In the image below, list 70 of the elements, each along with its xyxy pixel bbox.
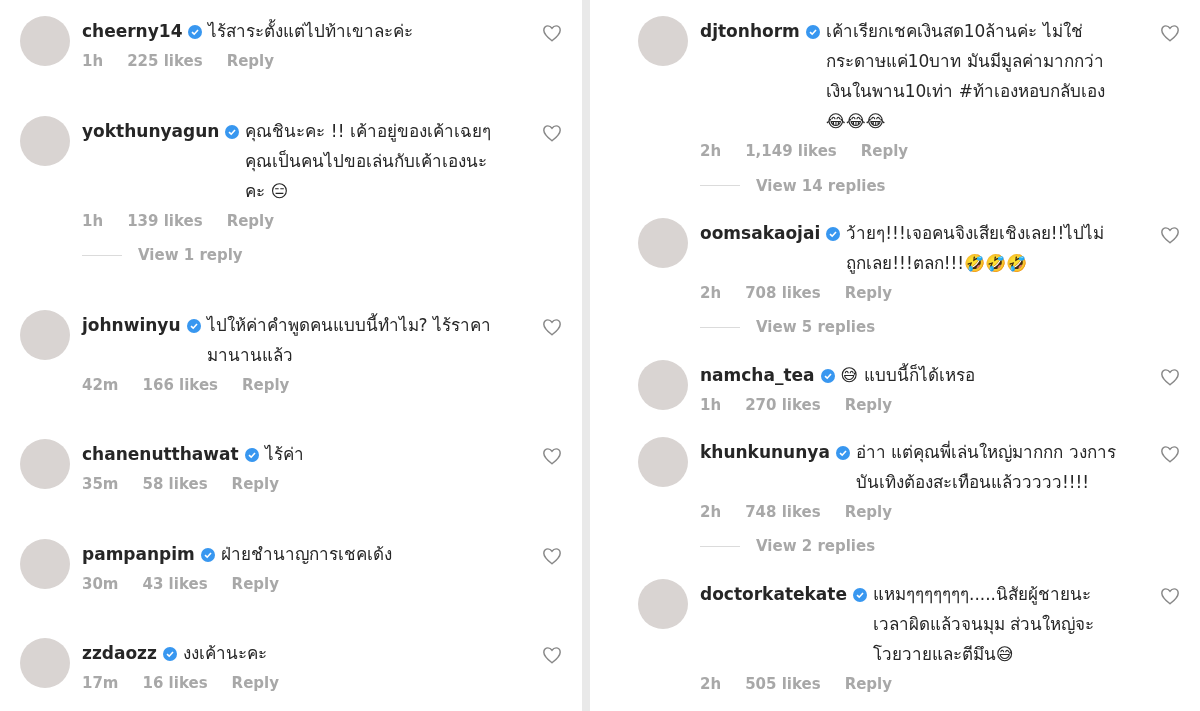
username[interactable]: doctorkatekate (700, 578, 847, 609)
comment-time: 17m (82, 673, 119, 695)
username[interactable]: oomsakaojai (700, 217, 821, 248)
like-count[interactable]: 505 likes (745, 672, 821, 695)
comment-text: ไปให้ค่าคำพูดคนแบบนี้ทำไม? ไร้ราคา มานานแล้ว (206, 312, 492, 367)
username[interactable]: djtonhorm (700, 16, 800, 46)
username[interactable]: chanenutthawat (82, 439, 239, 470)
comment-text: อ่าา แต่คุณพี่เล่นใหญ่มากกก วงการบันเทิงต้องสะเทือนแล้ววววว!!!! (855, 439, 1117, 494)
comment-time: 42m (82, 374, 119, 396)
username[interactable]: khunkununya (700, 436, 830, 467)
comment-time: 2h (700, 673, 722, 695)
reply-button[interactable]: Reply (231, 473, 279, 496)
comment-text: ฝ่ายชำนาญการเชคเด้ง (220, 542, 393, 566)
reply-button[interactable]: Reply (242, 373, 290, 397)
comment-time: 1h (700, 394, 722, 416)
reply-button[interactable]: Reply (226, 209, 274, 233)
username[interactable]: namcha_tea (700, 359, 815, 390)
like-count[interactable]: 166 likes (142, 373, 218, 397)
like-count[interactable]: 270 likes (745, 393, 821, 416)
comment-text: คุณชินะคะ !! เค้าอยู่ของเค้าเฉยๆ คุณเป็นคนไปขอเล่นกับเค้าเองนะคะ 😑 (245, 119, 492, 203)
comment-time: 2h (700, 141, 722, 162)
view-replies-link[interactable]: View 5 replies (756, 316, 876, 339)
heart-icon[interactable] (1160, 225, 1180, 244)
comment-text: ไร้สาระตั้งแต่ไปท้าเขาละค่ะ (208, 18, 415, 43)
comment-text: ไร้ค่า (264, 443, 305, 467)
like-count[interactable]: 748 likes (745, 500, 821, 524)
reply-button[interactable]: Reply (226, 50, 274, 73)
comment-time: 2h (700, 282, 722, 304)
comment-text: 😅 แบบนี้ก็ได้เหรอ (840, 362, 976, 387)
heart-icon[interactable] (542, 447, 562, 466)
view-replies-link[interactable]: View 1 reply (138, 244, 243, 267)
heart-icon[interactable] (542, 123, 562, 142)
reply-button[interactable]: Reply (231, 672, 279, 695)
comment-time: 2h (700, 501, 722, 523)
like-count[interactable]: 1,149 likes (745, 140, 837, 163)
comment-time: 1h (82, 210, 104, 232)
like-count[interactable]: 16 likes (142, 672, 208, 695)
reply-button[interactable]: Reply (860, 140, 909, 163)
comment-text: งงเค้านะคะ (182, 642, 268, 666)
comment-text: เค้าเรียกเชคเงินสด10ล้านค่ะ ไม่ใช่กระดาษแค่10บาท มันมีมูลค่ามากกว่าเงินในพาน10เท่า #ท้าเองหอบกลับเอง 😂😂😂 (825, 20, 1107, 133)
comment-text: ว้ายๆ!!!เจอคนจิงเสียเชิงเลย!!ไปไม่ถูกเลย!!!ตลก!!!🤣🤣🤣 (846, 221, 1106, 276)
comment-text: แหมๆๆๆๆๆๆๆ.....นิสัยผู้ชายนะ เวลาผิดแล้วจนมุม ส่วนใหญ่จะโวยวายและตีมึน😅 (873, 582, 1096, 666)
reply-button[interactable]: Reply (844, 281, 892, 305)
view-replies-link[interactable]: View 14 replies (756, 174, 886, 197)
reply-button[interactable]: Reply (231, 572, 279, 596)
heart-icon[interactable] (542, 24, 562, 42)
heart-icon[interactable] (542, 646, 562, 665)
heart-icon[interactable] (542, 317, 562, 336)
username[interactable]: pampanpim (82, 538, 195, 569)
reply-button[interactable]: Reply (844, 500, 892, 524)
heart-icon[interactable] (1160, 24, 1180, 42)
heart-icon[interactable] (1160, 444, 1180, 463)
comment-time: 35m (82, 474, 119, 496)
username[interactable]: cheerny14 (82, 16, 183, 46)
view-replies-link[interactable]: View 2 replies (756, 535, 876, 558)
comment-time: 30m (82, 573, 119, 595)
reply-button[interactable]: Reply (844, 393, 892, 416)
comment-time: 1h (82, 51, 104, 72)
like-count[interactable]: 225 likes (127, 50, 203, 73)
username[interactable]: johnwinyu (82, 309, 181, 340)
username[interactable]: yokthunyagun (82, 115, 220, 146)
like-count[interactable]: 708 likes (745, 281, 821, 305)
like-count[interactable]: 58 likes (142, 473, 208, 496)
reply-button[interactable]: Reply (844, 672, 892, 695)
heart-icon[interactable] (1160, 586, 1180, 605)
username[interactable]: zzdaozz (82, 638, 157, 669)
heart-icon[interactable] (542, 546, 562, 565)
heart-icon[interactable] (1160, 367, 1180, 386)
like-count[interactable]: 139 likes (127, 209, 203, 233)
like-count[interactable]: 43 likes (142, 572, 208, 596)
